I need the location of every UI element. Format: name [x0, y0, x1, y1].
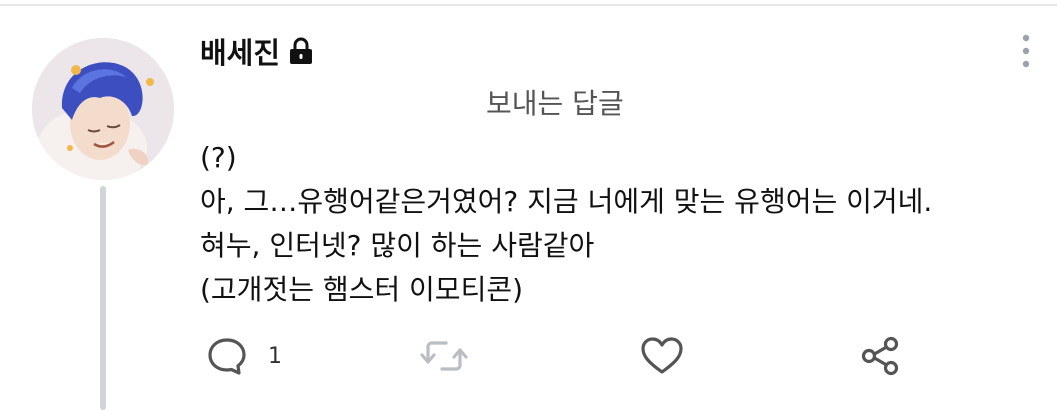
- avatar[interactable]: [32, 38, 174, 180]
- thread-line: [100, 186, 106, 410]
- heart-icon: [640, 335, 684, 377]
- like-button[interactable]: [640, 335, 684, 377]
- tweet-text: (?) 아, 그…유행어같은거였어? 지금 너에게 맞는 유행어는 이거네. 혀…: [200, 136, 1040, 312]
- comment-icon: [206, 335, 248, 377]
- username-row[interactable]: 배세진: [200, 30, 314, 72]
- retweet-icon: [420, 335, 468, 377]
- reply-button[interactable]: 1: [206, 335, 282, 377]
- tweet-line: 혀누, 인터넷? 많이 하는 사람같아: [200, 229, 595, 262]
- tweet-line: (?): [200, 141, 237, 174]
- more-vertical-icon[interactable]: [1016, 32, 1036, 72]
- reply-count: 1: [268, 343, 282, 369]
- retweet-button[interactable]: [420, 335, 468, 377]
- tweet-line: (고개젓는 햄스터 이모티콘): [200, 273, 524, 306]
- share-icon: [860, 335, 902, 377]
- reply-label: 보내는 답글: [486, 87, 624, 120]
- share-button[interactable]: [860, 335, 902, 377]
- lock-icon: [288, 37, 314, 65]
- tweet-line: 아, 그…유행어같은거였어? 지금 너에게 맞는 유행어는 이거네.: [200, 185, 933, 218]
- top-divider: [0, 4, 1057, 6]
- username[interactable]: 배세진: [200, 30, 280, 72]
